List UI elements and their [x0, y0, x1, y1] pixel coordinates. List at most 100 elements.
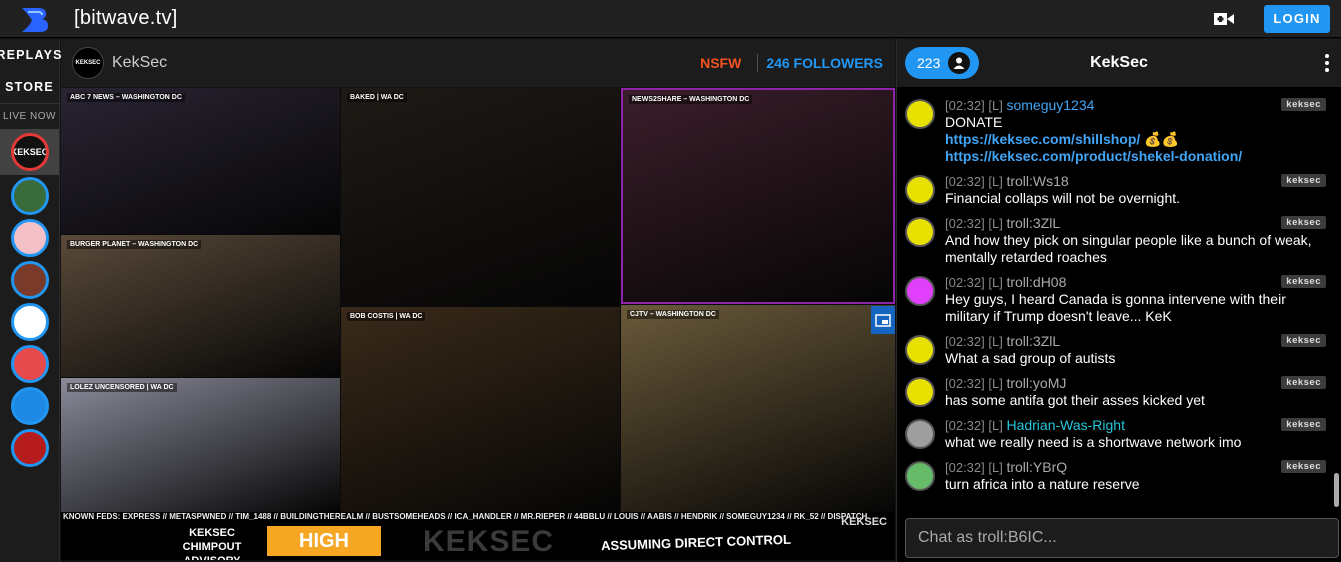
- chat-message: [02:32] [L] troll:yoMJ keksec has some ant…: [897, 373, 1334, 415]
- sidebar-channel[interactable]: [0, 175, 59, 217]
- sidebar-channel[interactable]: [0, 343, 59, 385]
- chat-avatar[interactable]: [905, 377, 935, 407]
- message-meta: [02:32] [L] troll:Ws18: [945, 173, 1324, 190]
- message-timestamp: [02:32] [L]: [945, 174, 1003, 189]
- message-timestamp: [02:32] [L]: [945, 216, 1003, 231]
- chat-avatar[interactable]: [905, 217, 935, 247]
- message-text: What a sad group of autists: [945, 350, 1324, 367]
- message-body: turn africa into a nature reserve: [945, 476, 1140, 492]
- chat-avatar[interactable]: [905, 461, 935, 491]
- channel-tag: keksec: [1281, 216, 1326, 229]
- keksec-corner-logo: KEKSEC: [841, 516, 887, 528]
- message-username[interactable]: troll:yoMJ: [1006, 375, 1066, 391]
- message-username[interactable]: troll:Ws18: [1006, 173, 1068, 189]
- message-text: what we really need is a shortwave netwo…: [945, 434, 1324, 451]
- brand-title[interactable]: [bitwave.tv]: [74, 7, 178, 30]
- channel-avatar: [10, 429, 49, 467]
- sidebar-channel[interactable]: [0, 301, 59, 343]
- picture-in-picture-button[interactable]: [871, 306, 895, 334]
- chat-message: [02:32] [L] troll:3ZlL keksec And how they…: [897, 213, 1334, 272]
- top-bar: [bitwave.tv] LOGIN: [0, 0, 1341, 38]
- sidebar-link-store[interactable]: STORE: [0, 71, 59, 103]
- message-body: DONATE: [945, 114, 1003, 130]
- channel-name[interactable]: KekSec: [112, 54, 167, 72]
- chat-avatar[interactable]: [905, 335, 935, 365]
- message-username[interactable]: troll:3ZlL: [1006, 215, 1060, 231]
- chat-input[interactable]: Chat as troll:B6IC...: [905, 518, 1339, 558]
- overlay-band: KEKSEC CHIMPOUT ADVISORY SYSTEM HIGH KEK…: [61, 523, 895, 560]
- scroll-thumb[interactable]: [1334, 473, 1339, 507]
- chat-message-list[interactable]: [02:32] [L] someguy1234 keksec DONATE https…: [897, 87, 1334, 507]
- message-username[interactable]: troll:dH08: [1006, 274, 1066, 290]
- channel-avatar[interactable]: KEKSEC: [72, 47, 104, 79]
- message-timestamp: [02:32] [L]: [945, 418, 1003, 433]
- message-meta: [02:32] [L] troll:3ZlL: [945, 333, 1324, 350]
- feed-label: NEWS2SHARE – WASHINGTON DC: [629, 95, 753, 104]
- message-link[interactable]: https://keksec.com/product/shekel-donati…: [945, 148, 1242, 164]
- chat-avatar[interactable]: [905, 175, 935, 205]
- video-player[interactable]: ABC 7 NEWS – WASHINGTON DC BAKED | WA DC…: [61, 88, 895, 560]
- message-username[interactable]: troll:3ZlL: [1006, 333, 1060, 349]
- message-text: And how they pick on singular people lik…: [945, 232, 1324, 266]
- message-username[interactable]: someguy1234: [1006, 97, 1094, 113]
- chat-panel: 223 KekSec [02:32] [L] someguy1234 keksec…: [896, 39, 1341, 562]
- chat-scrollbar[interactable]: [1333, 87, 1339, 507]
- message-body: has some antifa got their asses kicked y…: [945, 392, 1205, 408]
- feed-label: CJTV – WASHINGTON DC: [627, 310, 719, 319]
- message-body: Hey guys, I heard Canada is gonna interv…: [945, 291, 1286, 324]
- channel-avatar: [10, 261, 49, 299]
- known-feds-ticker: KNOWN FEDS: EXPRESS // METASPWNED // TIM…: [61, 512, 895, 523]
- message-meta: [02:32] [L] troll:dH08: [945, 274, 1324, 291]
- message-body: What a sad group of autists: [945, 350, 1116, 366]
- sidebar-channel[interactable]: KEKSEC: [0, 129, 59, 175]
- message-timestamp: [02:32] [L]: [945, 376, 1003, 391]
- channel-tag: keksec: [1281, 334, 1326, 347]
- message-timestamp: [02:32] [L]: [945, 275, 1003, 290]
- message-text: Financial collaps will not be overnight.: [945, 190, 1324, 207]
- money-bag-icon: 💰💰: [1140, 131, 1180, 147]
- channel-tag: keksec: [1281, 460, 1326, 473]
- message-text: Hey guys, I heard Canada is gonna interv…: [945, 291, 1324, 325]
- channel-tag: keksec: [1281, 376, 1326, 389]
- sidebar-channel[interactable]: [0, 217, 59, 259]
- channel-avatar: KEKSEC: [10, 133, 49, 171]
- channel-tag: keksec: [1281, 98, 1326, 111]
- sidebar-channel[interactable]: [0, 427, 59, 469]
- message-link[interactable]: https://keksec.com/shillshop/: [945, 131, 1140, 147]
- channel-avatar: [10, 345, 49, 383]
- message-body: Financial collaps will not be overnight.: [945, 190, 1181, 206]
- sidebar: REPLAYS STORE LIVE NOW KEKSEC: [0, 39, 61, 562]
- message-timestamp: [02:32] [L]: [945, 460, 1003, 475]
- followers-count[interactable]: 246 FOLLOWERS: [766, 55, 883, 71]
- login-button[interactable]: LOGIN: [1264, 4, 1330, 33]
- feed-tile: ABC 7 NEWS – WASHINGTON DC: [61, 88, 340, 234]
- nsfw-badge: NSFW: [700, 55, 742, 71]
- sidebar-link-replays[interactable]: REPLAYS: [0, 39, 61, 71]
- chat-avatar[interactable]: [905, 99, 935, 129]
- feed-label: LOLEZ UNCENSORED | WA DC: [67, 383, 177, 392]
- user-icon: [948, 52, 971, 74]
- message-meta: [02:32] [L] someguy1234: [945, 97, 1324, 114]
- stream-header: KEKSEC KekSec NSFW 246 FOLLOWERS: [61, 39, 895, 87]
- feed-label: BURGER PLANET – WASHINGTON DC: [67, 240, 202, 249]
- go-live-camera-icon[interactable]: [1212, 9, 1236, 29]
- message-username[interactable]: Hadrian-Was-Right: [1006, 417, 1125, 433]
- message-text: DONATE: [945, 114, 1324, 131]
- more-options-icon[interactable]: [1325, 54, 1329, 72]
- bitwave-logo-icon[interactable]: [18, 4, 52, 34]
- message-username[interactable]: troll:YBrQ: [1006, 459, 1067, 475]
- feed-tile: BAKED | WA DC: [341, 88, 620, 306]
- chat-avatar[interactable]: [905, 419, 935, 449]
- sidebar-channel[interactable]: [0, 259, 59, 301]
- channel-tag: keksec: [1281, 418, 1326, 431]
- chat-avatar[interactable]: [905, 276, 935, 306]
- message-text: turn africa into a nature reserve: [945, 476, 1324, 493]
- message-timestamp: [02:32] [L]: [945, 98, 1003, 113]
- chat-message: [02:32] [L] troll:YBrQ keksec turn africa …: [897, 457, 1334, 499]
- channel-tag: keksec: [1281, 174, 1326, 187]
- sidebar-channel[interactable]: [0, 385, 59, 427]
- alert-level-badge: HIGH: [267, 526, 381, 556]
- viewer-count-button[interactable]: 223: [905, 47, 979, 79]
- message-meta: [02:32] [L] troll:YBrQ: [945, 459, 1324, 476]
- message-body: And how they pick on singular people lik…: [945, 232, 1312, 265]
